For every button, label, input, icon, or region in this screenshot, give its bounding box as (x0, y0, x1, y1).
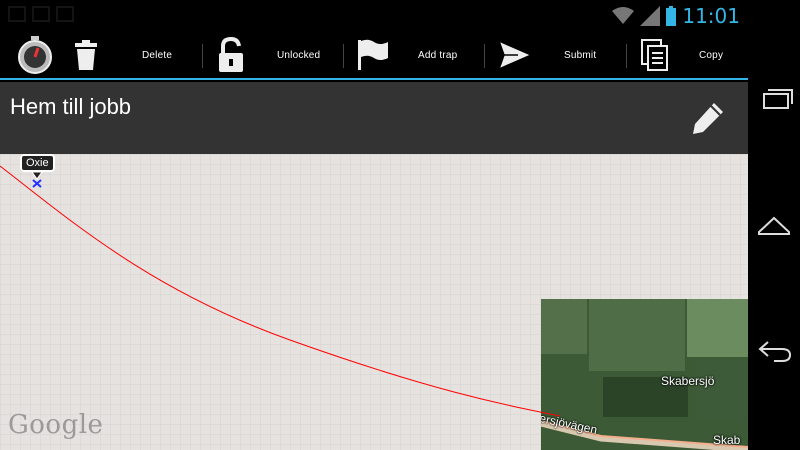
notification-icon (56, 6, 74, 22)
home-icon (758, 216, 790, 235)
submit-button[interactable]: Submit (498, 32, 618, 78)
wifi-icon (612, 7, 635, 24)
edit-title-button[interactable] (690, 100, 726, 136)
notification-icon (8, 6, 26, 22)
trap-marker[interactable]: Oxie (20, 154, 55, 188)
lock-label: Unlocked (277, 49, 321, 61)
copy-label: Copy (699, 49, 724, 61)
action-bar: Delete Unlocked Add trap Submit Copy (0, 32, 748, 80)
submit-label: Submit (564, 49, 597, 61)
divider (343, 44, 344, 68)
trash-icon (75, 40, 97, 70)
back-arrow-icon (758, 341, 792, 362)
back-button[interactable] (754, 330, 794, 370)
stopwatch-icon (18, 36, 52, 74)
status-icons: 11:01 (612, 4, 740, 28)
copy-icon (641, 39, 668, 71)
unlock-icon (219, 37, 243, 72)
status-bar: 11:01 (0, 0, 748, 32)
recent-apps-icon (763, 89, 793, 109)
divider (626, 44, 627, 68)
delete-button[interactable]: Delete (72, 32, 192, 78)
route-title-bar: Hem till jobb (0, 82, 748, 154)
system-nav-bar (748, 0, 800, 450)
clock: 11:01 (682, 4, 740, 28)
notification-icon (32, 6, 50, 22)
signal-icon (640, 6, 661, 26)
delete-label: Delete (142, 49, 173, 61)
app-home-button[interactable] (14, 32, 56, 78)
send-icon (498, 40, 532, 70)
home-button[interactable] (754, 206, 794, 246)
divider (202, 44, 203, 68)
route-title: Hem till jobb (10, 94, 132, 119)
google-logo: Google (8, 410, 104, 440)
marker-label: Oxie (20, 154, 55, 172)
battery-icon (666, 6, 677, 26)
route-line (0, 165, 561, 417)
add-trap-label: Add trap (418, 49, 458, 61)
map-view[interactable]: Skabersjö ersjövägen Skab Oxie Google (0, 154, 748, 450)
add-trap-button[interactable]: Add trap (356, 32, 476, 78)
notification-icons (8, 6, 74, 22)
recent-apps-button[interactable] (754, 80, 794, 120)
flag-icon (358, 39, 388, 70)
pencil-icon (693, 103, 723, 134)
lock-toggle-button[interactable]: Unlocked (216, 32, 336, 78)
divider (484, 44, 485, 68)
marker-pointer-icon (31, 172, 43, 188)
copy-button[interactable]: Copy (640, 32, 740, 78)
